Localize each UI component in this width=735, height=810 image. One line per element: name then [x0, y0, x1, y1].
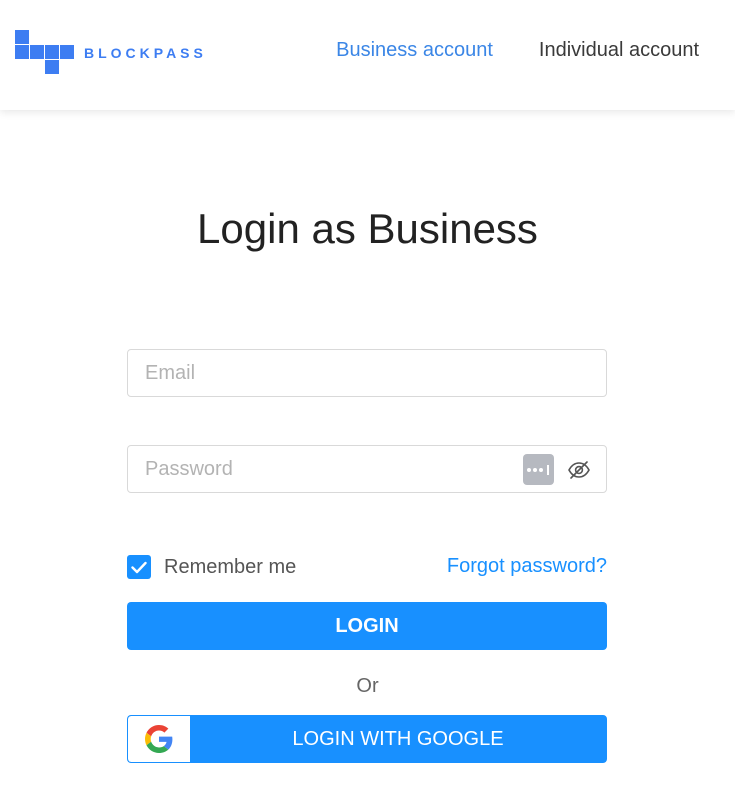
- login-with-google-button[interactable]: LOGIN WITH GOOGLE: [127, 715, 607, 763]
- password-field: [127, 445, 607, 493]
- remember-me-label: Remember me: [164, 555, 297, 578]
- email-field: [127, 349, 607, 397]
- google-g-icon: [145, 725, 173, 753]
- eye-slash-icon[interactable]: [567, 459, 591, 481]
- nav-individual-account[interactable]: Individual account: [539, 39, 699, 62]
- nav-business-account[interactable]: Business account: [336, 39, 493, 62]
- login-button[interactable]: LOGIN: [127, 602, 607, 650]
- top-header: BLOCKPASS Business account Individual ac…: [0, 0, 735, 110]
- page-title: Login as Business: [197, 205, 538, 252]
- logo-text: BLOCKPASS: [84, 45, 207, 61]
- blockpass-logo[interactable]: BLOCKPASS: [15, 30, 207, 76]
- google-button-label: LOGIN WITH GOOGLE: [292, 728, 504, 750]
- email-input[interactable]: [128, 350, 606, 396]
- check-icon: [131, 561, 147, 573]
- blockpass-logo-mark-icon: [15, 30, 76, 76]
- google-icon-box: [128, 716, 190, 762]
- account-type-nav: Business account Individual account: [336, 39, 699, 62]
- forgot-password-link[interactable]: Forgot password?: [447, 555, 607, 578]
- remember-me[interactable]: Remember me: [127, 555, 296, 579]
- password-manager-icon[interactable]: [523, 454, 554, 485]
- or-divider-text: Or: [356, 675, 379, 697]
- remember-me-checkbox[interactable]: [127, 555, 151, 579]
